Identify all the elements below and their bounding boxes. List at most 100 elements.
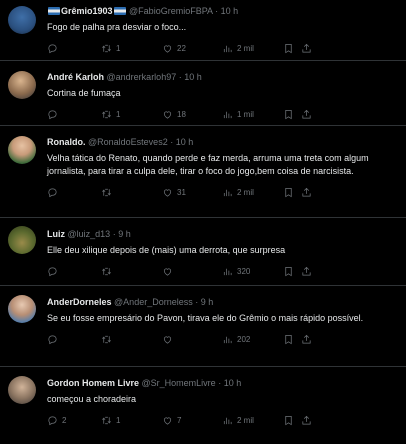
share-button[interactable] [301,333,312,347]
bookmark-icon [285,335,292,345]
handle[interactable]: @andrerkarloh97 [107,72,177,82]
views-button[interactable]: 202 [222,333,250,347]
views-count: 2 mil [237,187,254,197]
avatar[interactable] [8,71,36,99]
handle[interactable]: @luiz_d13 [68,229,111,239]
bookmark-button[interactable] [283,108,294,122]
share-button[interactable] [301,265,312,279]
like-button[interactable] [162,333,177,347]
views-count: 1 mil [237,110,254,119]
tweet-actions: 31 2 mil [47,185,396,199]
retweet-button[interactable] [101,185,116,199]
avatar[interactable] [8,295,36,323]
bookmark-button[interactable] [283,414,294,428]
avatar[interactable] [8,6,36,34]
views-icon [223,111,232,119]
tweet-actions: 202 [47,333,396,347]
like-button[interactable] [162,265,177,279]
handle[interactable]: @RonaldoEsteves2 [88,137,168,147]
flag-icon [113,7,126,15]
reply-button[interactable] [47,333,62,347]
bookmark-button[interactable] [283,333,294,347]
reply-button[interactable] [47,265,62,279]
reply-icon [48,187,57,197]
avatar[interactable] [8,376,36,404]
tweet-actions: 1 18 1 mil [47,108,396,122]
tweet-text: começou a choradeira [47,394,137,404]
like-button[interactable]: 22 [162,42,186,56]
timestamp[interactable]: 10 h [176,137,194,147]
retweet-icon [102,416,111,425]
heart-icon [163,417,172,425]
handle[interactable]: @Sr_HomemLivre [142,378,216,388]
share-icon [302,43,311,53]
retweet-button[interactable] [101,265,116,279]
reply-button[interactable] [47,185,62,199]
tweet[interactable]: Luiz @luiz_d13 · 9 h Elle deu xilique de… [0,218,406,286]
retweet-icon [102,188,111,196]
retweet-button[interactable]: 1 [101,42,120,56]
views-count: 320 [237,267,251,276]
bookmark-icon [285,267,292,277]
tweet[interactable]: AnderDorneles @Ander_Dorneless · 9 h Se … [0,286,406,367]
bookmark-button[interactable] [283,265,294,279]
display-name[interactable]: Luiz [47,229,65,239]
retweet-icon [102,335,111,344]
tweet-text: Se eu fosse empresário do Pavon, tirava … [47,313,364,323]
share-button[interactable] [301,42,312,56]
handle[interactable]: @FabioGremioFBPA [129,6,213,16]
timestamp[interactable]: 10 h [224,378,242,388]
timestamp[interactable]: 9 h [201,297,214,307]
timestamp[interactable]: 10 h [184,72,202,82]
tweet-actions: 1 22 2 mil [47,42,396,56]
share-button[interactable] [301,108,312,122]
display-name[interactable]: André Karloh [47,72,104,82]
like-button[interactable]: 7 [162,414,181,428]
views-button[interactable]: 2 mil [222,185,254,199]
share-button[interactable] [301,185,312,199]
share-icon [302,187,311,197]
bookmark-icon [285,187,292,197]
views-count: 2 mil [237,416,254,425]
tweet[interactable]: Grêmio1903 @FabioGremioFBPA · 10 h Fogo … [0,0,406,61]
avatar[interactable] [8,136,36,164]
tweet-header: Grêmio1903 @FabioGremioFBPA · 10 h [47,5,396,17]
bookmark-button[interactable] [283,185,294,199]
retweet-count: 1 [116,110,121,119]
retweet-count: 1 [116,44,121,53]
display-name[interactable]: Gordon Homem Livre [47,378,139,388]
tweet-header: Gordon Homem Livre @Sr_HomemLivre · 10 h [47,378,242,388]
views-button[interactable]: 1 mil [222,108,254,122]
tweet[interactable]: Gordon Homem Livre @Sr_HomemLivre · 10 h… [0,367,406,437]
views-button[interactable]: 2 mil [222,42,254,56]
views-count: 202 [237,335,251,344]
retweet-button[interactable] [101,333,116,347]
views-button[interactable]: 2 mil [222,414,254,428]
reply-button[interactable] [47,108,62,122]
heart-icon [163,189,172,197]
tweet-text: Velha tática do Renato, quando perde e f… [47,153,369,176]
bookmark-button[interactable] [283,42,294,56]
share-button[interactable] [301,414,312,428]
display-name[interactable]: Grêmio1903 [61,6,113,16]
retweet-icon [102,110,111,119]
display-name[interactable]: AnderDorneles [47,297,112,307]
tweet[interactable]: André Karloh @andrerkarloh97 · 10 h Cort… [0,61,406,126]
like-button[interactable]: 18 [162,108,186,122]
reply-icon [48,416,57,426]
timestamp[interactable]: 9 h [118,229,131,239]
tweet-actions: 2 1 7 2 mil [47,414,396,428]
views-icon [223,336,232,344]
display-name[interactable]: Ronaldo. [47,137,86,147]
avatar[interactable] [8,226,36,254]
retweet-button[interactable]: 1 [101,108,120,122]
like-button[interactable]: 31 [162,185,186,199]
reply-button[interactable]: 2 [47,414,66,428]
timestamp[interactable]: 10 h [221,6,239,16]
reply-button[interactable] [47,42,62,56]
handle[interactable]: @Ander_Dorneless [114,297,193,307]
bookmark-icon [285,416,292,426]
tweet[interactable]: Ronaldo. @RonaldoEsteves2 · 10 h Velha t… [0,126,406,218]
views-button[interactable]: 320 [222,265,250,279]
retweet-button[interactable]: 1 [101,414,120,428]
